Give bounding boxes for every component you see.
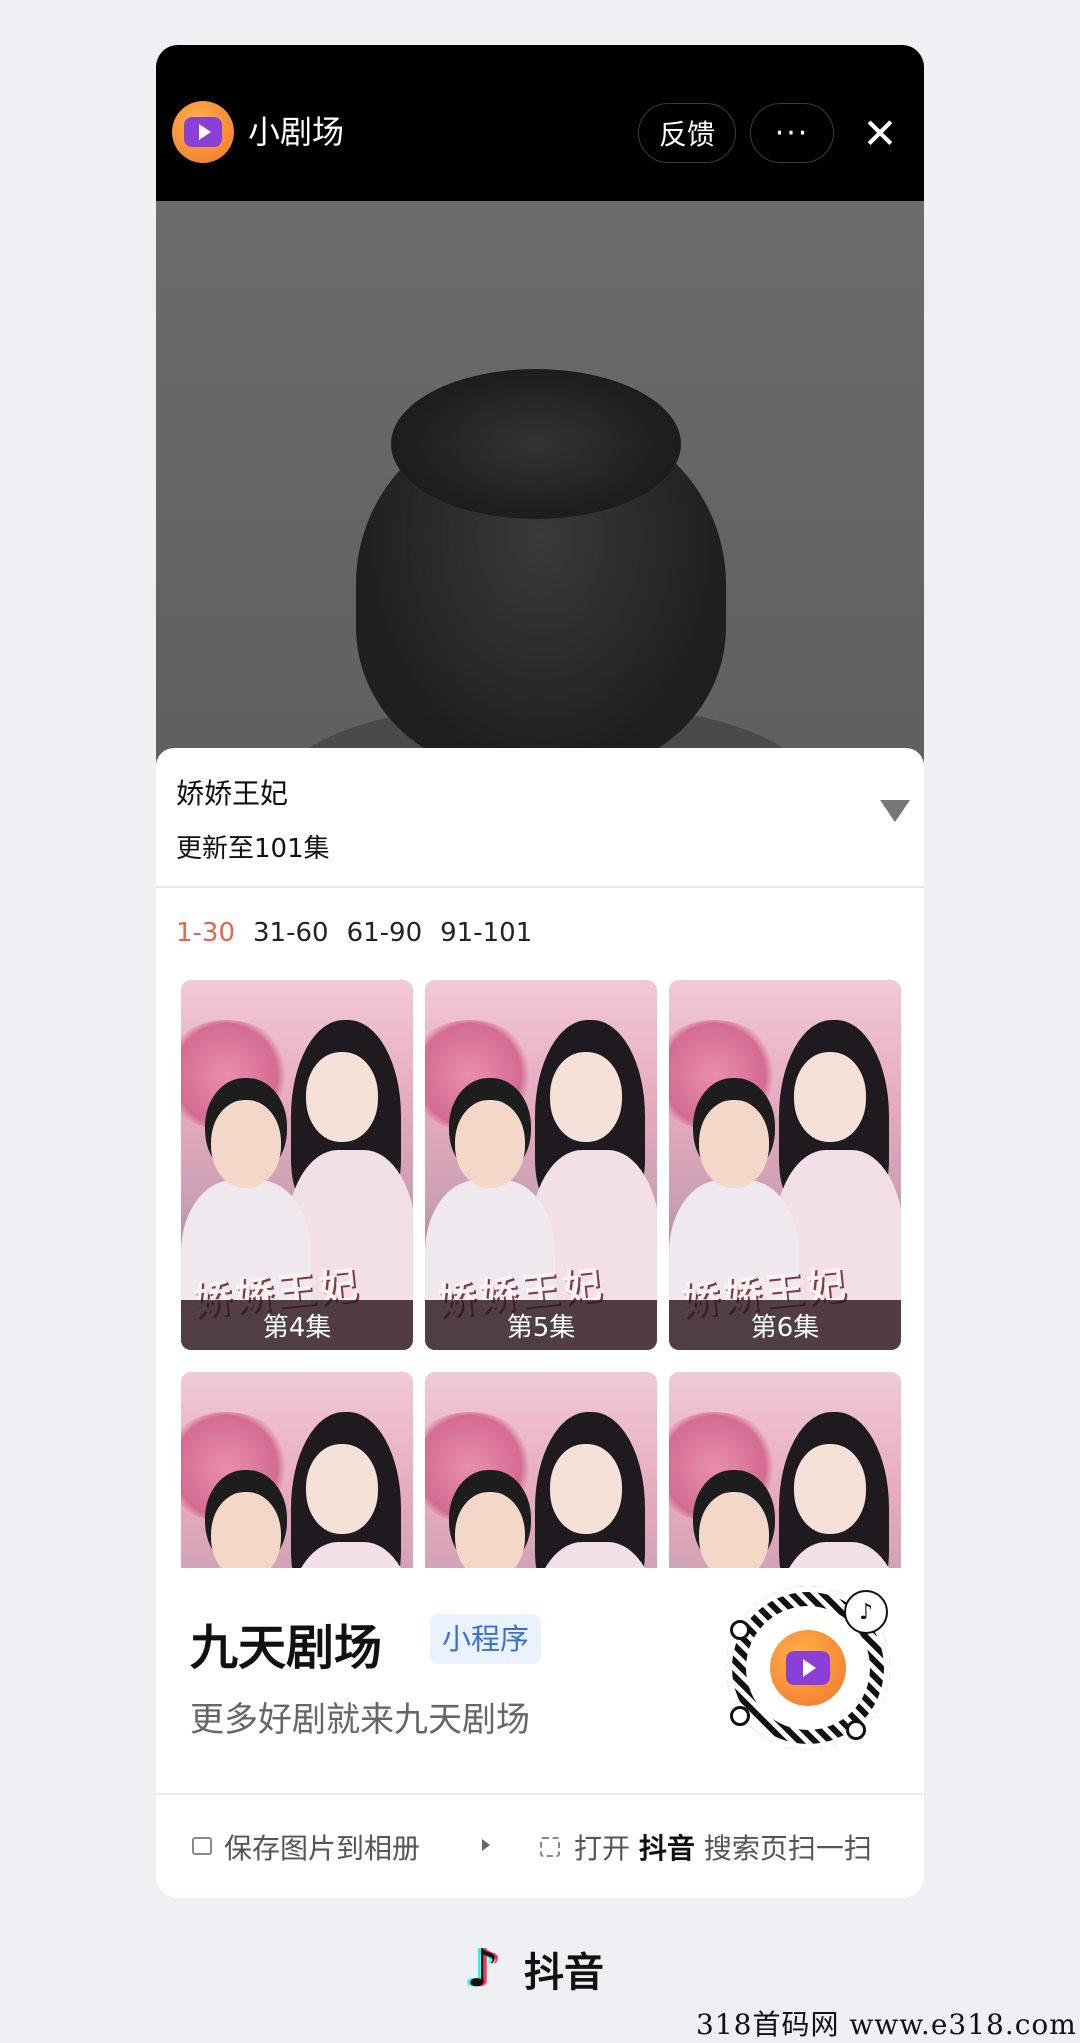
divider bbox=[156, 886, 924, 888]
app-icon bbox=[172, 101, 234, 163]
episode-thumb-4[interactable]: 娇娇王妃 第4集 bbox=[181, 980, 413, 1350]
miniprogram-promo: 九天剧场 小程序 更多好剧就来九天剧场 ♪ bbox=[156, 1568, 924, 1808]
episode-grid: 娇娇王妃 第4集 娇娇王妃 第5集 娇娇王妃 第6集 bbox=[181, 980, 901, 1568]
episode-panel: 娇娇王妃 更新至101集 1-30 31-60 61-90 91-101 娇娇王… bbox=[156, 748, 924, 1568]
app-logo-icon bbox=[770, 1630, 846, 1706]
video-player[interactable] bbox=[156, 201, 924, 795]
douyin-icon: ♪ bbox=[844, 1590, 888, 1634]
drama-title: 娇娇王妃 bbox=[176, 777, 289, 810]
episode-thumb-8[interactable] bbox=[425, 1372, 657, 1568]
episode-thumb-9[interactable] bbox=[669, 1372, 901, 1568]
episode-label: 第6集 bbox=[669, 1300, 901, 1350]
open-suffix: 搜索页扫一扫 bbox=[703, 1832, 872, 1865]
douyin-icon: ♪ ♪ ♪ bbox=[463, 1939, 503, 1999]
collapse-arrow-icon[interactable] bbox=[880, 800, 910, 822]
scan-instruction: 打开 抖音 搜索页扫一扫 bbox=[574, 1827, 872, 1867]
episode-label: 第4集 bbox=[181, 1300, 413, 1350]
app-title: 小剧场 bbox=[248, 113, 345, 151]
douyin-logo: ♪ ♪ ♪ 抖音 bbox=[463, 1939, 604, 1999]
share-actions: 保存图片到相册 打开 抖音 搜索页扫一扫 bbox=[156, 1795, 924, 1898]
episode-thumb-7[interactable] bbox=[181, 1372, 413, 1568]
qr-code: ♪ bbox=[726, 1586, 890, 1750]
open-app-name: 抖音 bbox=[638, 1832, 695, 1865]
save-to-album-button[interactable]: 保存图片到相册 bbox=[224, 1827, 420, 1867]
range-tab-91-101[interactable]: 91-101 bbox=[440, 918, 532, 948]
more-icon[interactable]: ··· bbox=[750, 103, 834, 163]
miniprogram-header: 小剧场 反馈 ··· ✕ bbox=[156, 45, 924, 201]
range-tab-31-60[interactable]: 31-60 bbox=[253, 918, 329, 948]
watermark: 318首码网 www.e318.com bbox=[696, 2008, 1077, 2041]
episode-thumb-6[interactable]: 娇娇王妃 第6集 bbox=[669, 980, 901, 1350]
open-prefix: 打开 bbox=[574, 1832, 631, 1865]
promo-subtitle: 更多好剧就来九天剧场 bbox=[190, 1700, 530, 1740]
share-card: 小剧场 反馈 ··· ✕ 娇娇王妃 更新至101集 1-30 31-60 61-… bbox=[156, 45, 924, 1898]
chevron-right-icon bbox=[482, 1839, 490, 1851]
range-tab-61-90[interactable]: 61-90 bbox=[347, 918, 423, 948]
promo-title: 九天剧场 bbox=[190, 1620, 383, 1676]
feedback-button[interactable]: 反馈 bbox=[638, 103, 736, 163]
image-icon bbox=[192, 1837, 212, 1855]
episode-label: 第5集 bbox=[425, 1300, 657, 1350]
close-icon[interactable]: ✕ bbox=[846, 103, 914, 163]
range-tab-1-30[interactable]: 1-30 bbox=[176, 918, 235, 948]
douyin-brand: 抖音 bbox=[524, 1950, 604, 1996]
miniprogram-badge: 小程序 bbox=[430, 1614, 542, 1664]
update-status: 更新至101集 bbox=[176, 834, 330, 864]
episode-range-tabs: 1-30 31-60 61-90 91-101 bbox=[176, 918, 532, 948]
episode-thumb-5[interactable]: 娇娇王妃 第5集 bbox=[425, 980, 657, 1350]
scan-icon bbox=[540, 1837, 560, 1857]
